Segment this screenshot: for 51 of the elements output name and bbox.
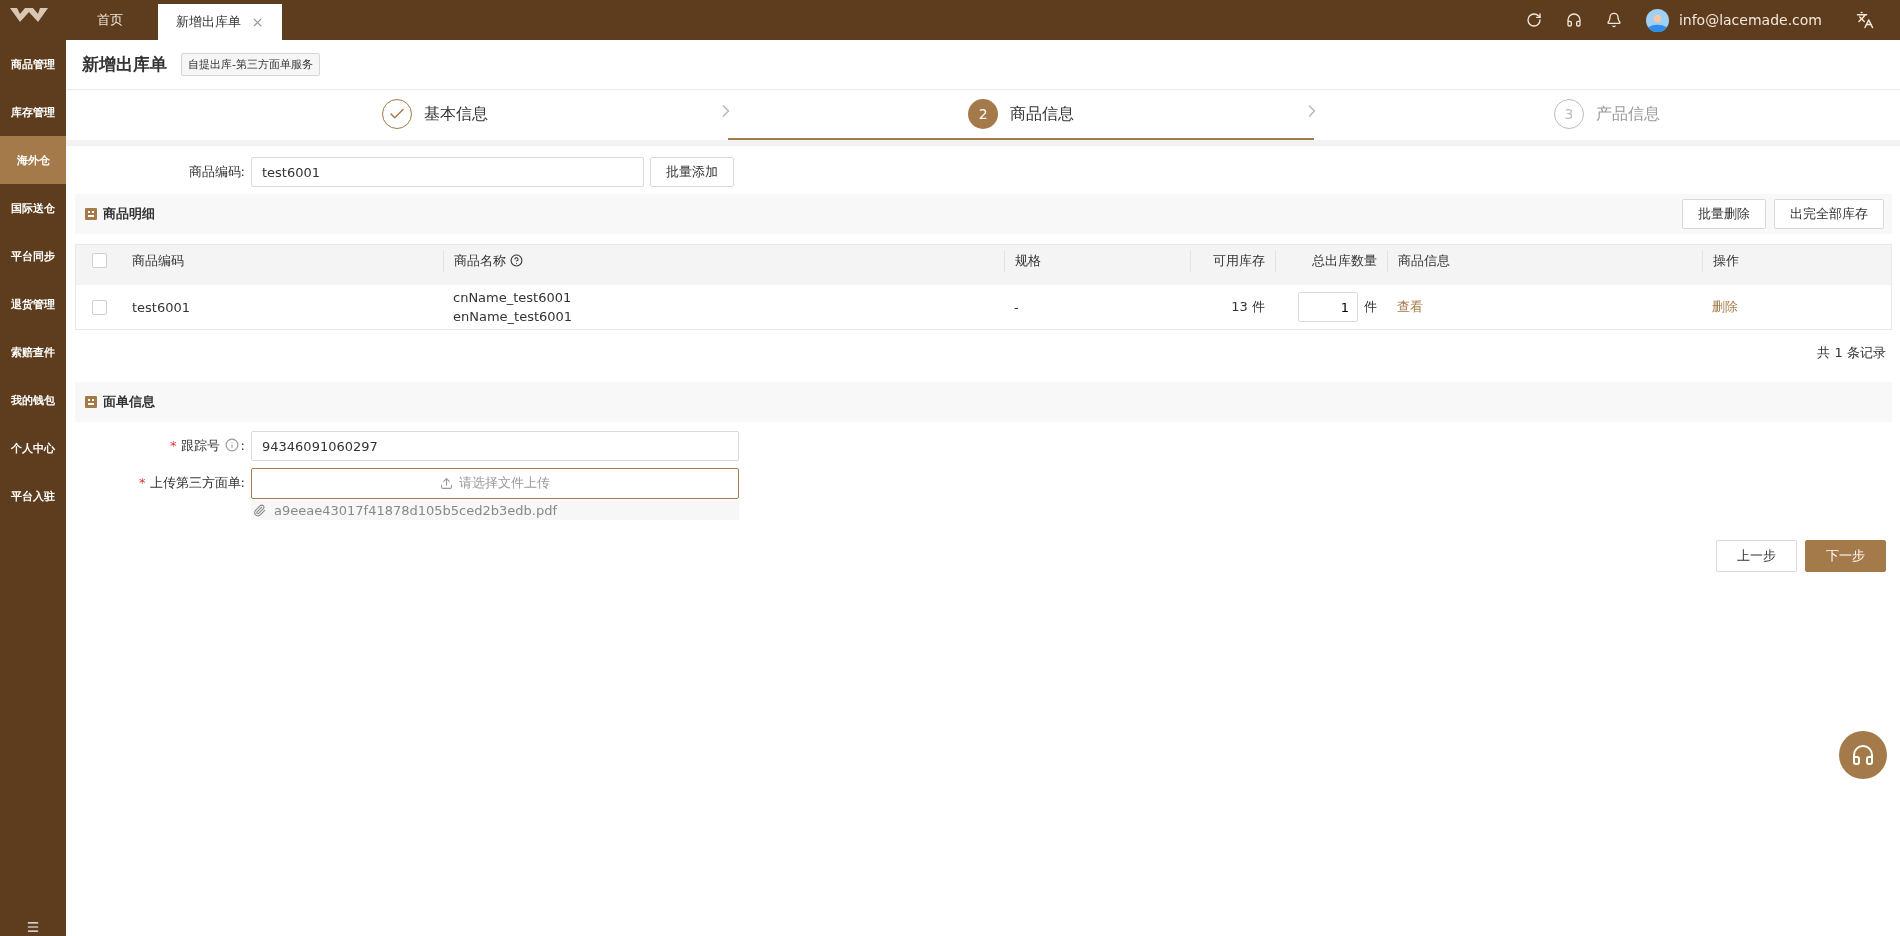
sidebar-item[interactable]: 国际送仓	[0, 184, 66, 232]
sidebar-item[interactable]: 索赔查件	[0, 328, 66, 376]
column-header: 操作	[1702, 249, 1891, 272]
step-number: 2	[968, 99, 999, 129]
table-cell-text: 13 件	[1230, 298, 1266, 316]
record-count: 共 1 条记录	[1817, 344, 1886, 362]
user-email[interactable]: info@lacemade.com	[1678, 12, 1822, 28]
unit-label: 件	[1364, 298, 1377, 316]
column-header: 商品编码	[131, 251, 185, 270]
column-header: 商品名称	[443, 249, 1004, 272]
sidebar-item[interactable]: 库存管理	[0, 88, 66, 136]
column-header: 可用库存	[1190, 249, 1275, 272]
page-title: 新增出库单	[82, 53, 167, 76]
sidebar-item[interactable]: 个人中心	[0, 424, 66, 472]
required-mark: *	[170, 438, 177, 453]
service-tag: 自提出库-第三方面单服务	[181, 53, 320, 76]
previous-button[interactable]: 上一步	[1716, 540, 1797, 572]
sidebar-item[interactable]: 商品管理	[0, 40, 66, 88]
sidebar-item[interactable]: 平台同步	[0, 232, 66, 280]
quantity-input[interactable]: 1	[1298, 292, 1358, 322]
product-name: cnName_test6001	[453, 290, 573, 305]
batch-add-button[interactable]: 批量添加	[650, 157, 734, 187]
sidebar-item[interactable]: 平台入驻	[0, 472, 66, 520]
section-title: 面单信息	[103, 393, 155, 411]
product-code-input[interactable]: test6001	[251, 157, 644, 187]
field-label: 商品编码:	[187, 163, 245, 181]
delete-link[interactable]: 删除	[1712, 298, 1738, 316]
required-mark: *	[139, 475, 146, 490]
step-label: 产品信息	[1596, 103, 1661, 125]
column-header: 规格	[1004, 249, 1190, 272]
column-header: 总出库数量	[1275, 249, 1387, 272]
sidebar-item[interactable]: 我的钱包	[0, 376, 66, 424]
page-tab[interactable]: 新增出库单	[158, 4, 282, 40]
colon: :	[240, 438, 245, 453]
section-title: 商品明细	[103, 205, 155, 223]
step-label: 商品信息	[1010, 103, 1075, 125]
column-header: 商品信息	[1387, 249, 1702, 272]
step-label: 基本信息	[424, 103, 489, 125]
table-cell-text: -	[1013, 299, 1020, 315]
table-cell-text: test6001	[131, 299, 192, 315]
product-name: enName_test6001	[453, 309, 574, 324]
tracking-input[interactable]: 94346091060297	[251, 431, 739, 461]
view-link[interactable]: 查看	[1397, 298, 1423, 316]
sidebar-item[interactable]: 海外仓	[0, 136, 66, 184]
action-button[interactable]: 出完全部库存	[1774, 199, 1884, 229]
field-label: 上传第三方面单:	[149, 475, 245, 490]
page-tab[interactable]: 首页	[62, 0, 158, 40]
sidebar-item[interactable]: 退货管理	[0, 280, 66, 328]
field-label: 跟踪号	[180, 438, 220, 453]
next-button[interactable]: 下一步	[1805, 540, 1886, 572]
action-button[interactable]: 批量删除	[1682, 199, 1766, 229]
